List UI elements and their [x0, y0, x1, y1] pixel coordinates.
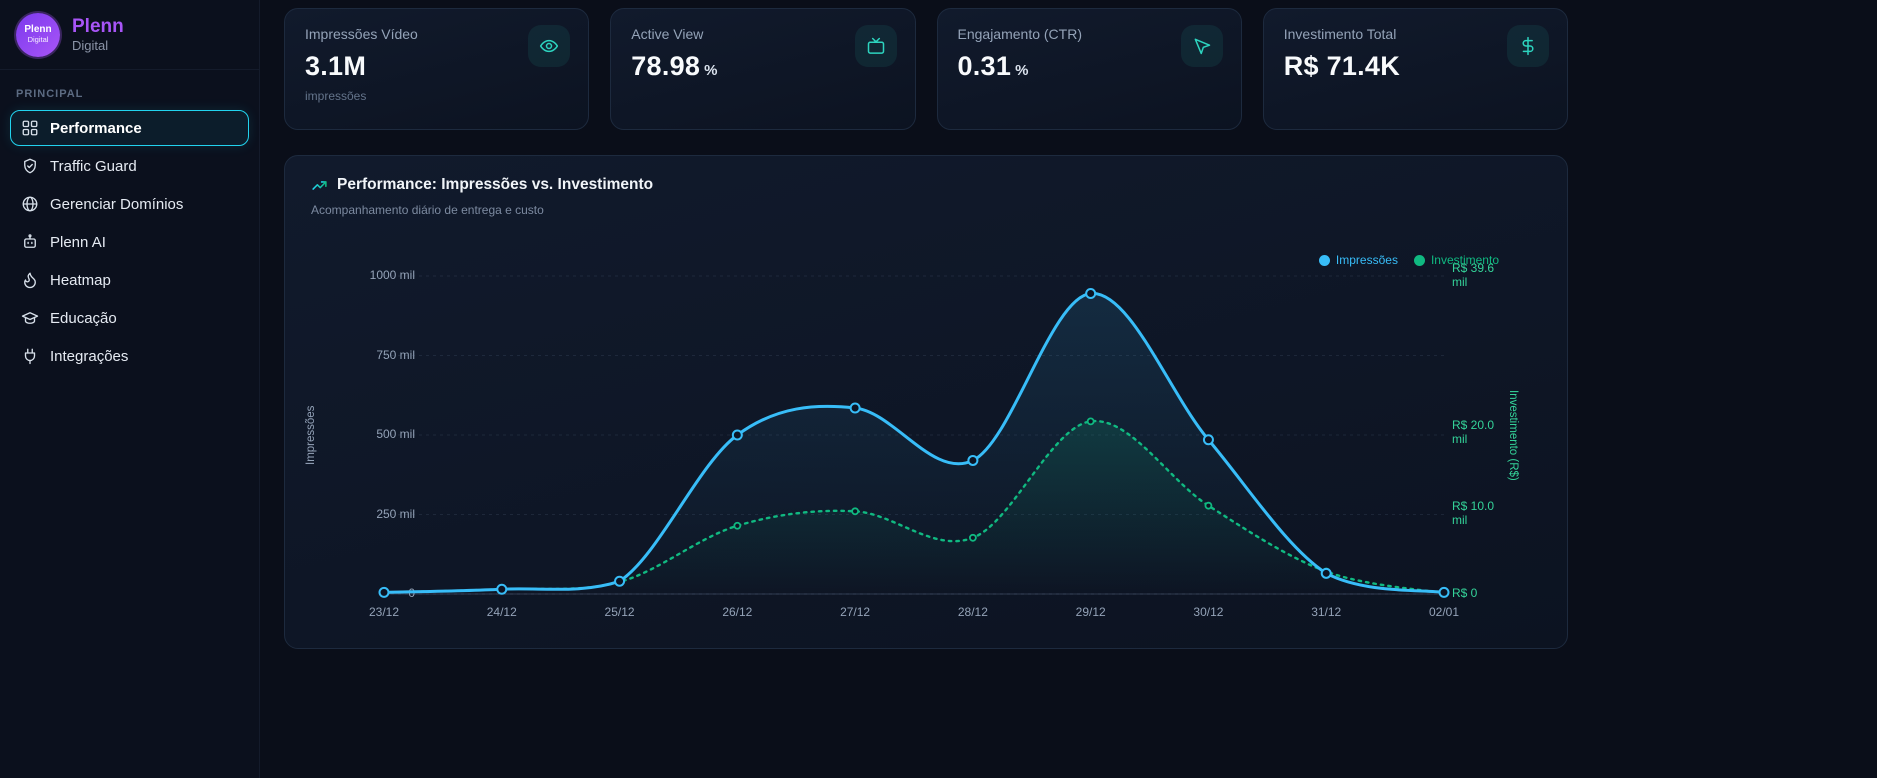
sidebar-item-label: Gerenciar Domínios — [50, 195, 184, 213]
y-axis-right-ticks: R$ 39.6 mil R$ 20.0 mil R$ 10.0 mil R$ 0 — [1452, 261, 1502, 599]
y-axis-right-title: Investimento (R$) — [1507, 389, 1519, 481]
dashboard-grid-icon — [22, 120, 38, 136]
x-tick: 23/12 — [368, 605, 400, 619]
trending-up-icon — [312, 180, 327, 190]
performance-chart-card: Performance: Impressões vs. Investimento… — [284, 155, 1568, 649]
brand-name: Plenn — [72, 15, 124, 37]
x-tick: 31/12 — [1311, 605, 1342, 619]
logo-text-line2: Digital — [27, 34, 49, 44]
tv-icon — [854, 25, 897, 67]
brand-subtitle: Digital — [72, 37, 109, 53]
kpi-unit: % — [704, 62, 718, 79]
y-tick: R$ 10.0 mil — [1452, 498, 1495, 527]
chart-title: Performance: Impressões vs. Investimento — [337, 176, 654, 193]
graduation-cap-icon — [21, 312, 39, 324]
sidebar-item-plenn-ai[interactable]: Plenn AI — [10, 224, 249, 260]
eye-icon — [528, 25, 571, 67]
shield-check-icon — [24, 158, 36, 174]
sidebar-item-label: Performance — [50, 119, 142, 137]
sidebar-item-label: Educação — [50, 309, 117, 327]
x-tick: 24/12 — [486, 605, 517, 619]
cursor-icon — [1180, 25, 1223, 67]
kpi-card-impressoes-video: Impressões Vídeo 3.1M impressões — [284, 8, 590, 130]
y-tick: R$ 0 — [1452, 586, 1478, 601]
x-tick: 29/12 — [1075, 605, 1106, 619]
brand[interactable]: Plenn Digital Plenn Digital — [0, 0, 259, 70]
sidebar-section-label: PRINCIPAL — [16, 88, 84, 100]
x-tick: 30/12 — [1193, 605, 1224, 619]
kpi-card-engajamento-ctr: Engajamento (CTR) 0.31% — [936, 8, 1242, 130]
sidebar-item-label: Traffic Guard — [50, 157, 137, 175]
kpi-unit: % — [1015, 62, 1029, 79]
x-tick: 02/01 — [1428, 605, 1460, 619]
y-axis-left-ticks: 1000 mil 750 mil 500 mil 250 mil 0 — [319, 268, 415, 600]
y-tick: R$ 20.0 mil — [1452, 418, 1495, 447]
chart-subtitle: Acompanhamento diário de entrega e custo — [311, 203, 544, 217]
sidebar: Plenn Digital Plenn Digital PRINCIPAL Pe… — [0, 0, 260, 778]
sidebar-item-heatmap[interactable]: Heatmap — [10, 262, 249, 298]
x-axis-labels: 23/12 24/12 25/12 26/12 27/12 28/12 29/1… — [369, 605, 1459, 621]
chart-header: Performance: Impressões vs. Investimento — [311, 176, 653, 194]
x-tick: 27/12 — [840, 605, 871, 619]
y-axis-left-title: Impressões — [305, 405, 317, 465]
x-tick: 26/12 — [722, 605, 753, 619]
kpi-card-active-view: Active View 78.98% — [610, 8, 916, 130]
chart-plot[interactable] — [369, 261, 1459, 611]
sidebar-menu: Performance Traffic Guard Gerenciar Domí… — [0, 110, 259, 374]
globe-icon — [22, 196, 38, 212]
sidebar-item-performance[interactable]: Performance — [10, 110, 249, 146]
sidebar-item-gerenciar-dominios[interactable]: Gerenciar Domínios — [10, 186, 249, 222]
sidebar-item-educacao[interactable]: Educação — [10, 300, 249, 336]
x-tick: 25/12 — [604, 605, 635, 619]
sidebar-item-label: Plenn AI — [50, 233, 106, 251]
sidebar-item-traffic-guard[interactable]: Traffic Guard — [10, 148, 249, 184]
kpi-card-investimento-total: Investimento Total R$ 71.4K — [1262, 8, 1568, 130]
x-tick: 28/12 — [957, 605, 988, 619]
sidebar-item-label: Integrações — [50, 347, 129, 365]
flame-icon — [24, 272, 36, 289]
sidebar-item-label: Heatmap — [50, 271, 111, 289]
brand-logo: Plenn Digital — [16, 12, 60, 57]
kpi-sublabel: impressões — [305, 89, 367, 103]
kpi-row: Impressões Vídeo 3.1M impressões Active … — [284, 8, 1568, 130]
plug-icon — [24, 348, 36, 365]
bot-icon — [24, 234, 36, 248]
dollar-icon — [1507, 25, 1549, 67]
y-tick: R$ 39.6 mil — [1452, 261, 1495, 289]
sidebar-item-integracoes[interactable]: Integrações — [10, 338, 249, 374]
